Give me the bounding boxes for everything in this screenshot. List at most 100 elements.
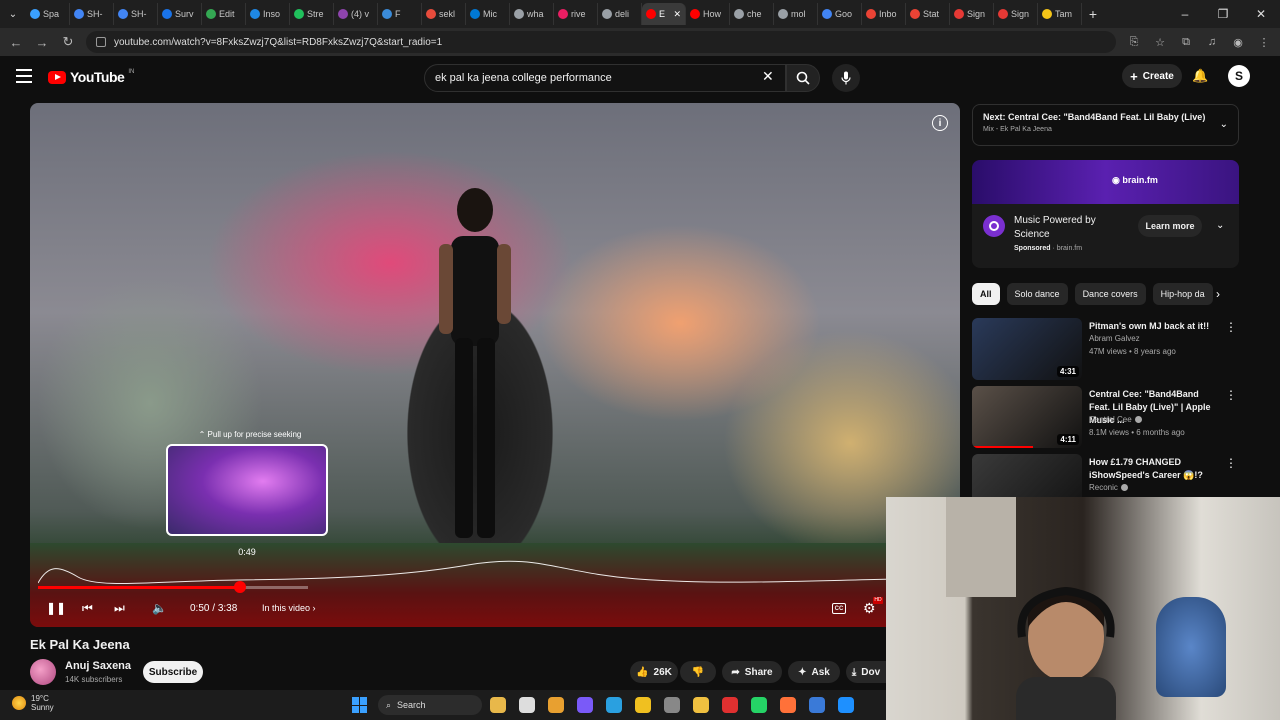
search-input[interactable]: ek pal ka jeena college performance (424, 64, 786, 92)
taskbar-search[interactable]: ⌕ Search (378, 695, 482, 715)
previous-icon[interactable]: ⏮ (82, 601, 93, 616)
taskbar-app-icon[interactable] (606, 697, 622, 713)
volume-icon[interactable]: 🔈 (152, 601, 167, 615)
video-thumbnail[interactable]: 4:31 (972, 318, 1082, 380)
browser-tab[interactable]: Edit (202, 3, 246, 25)
browser-tab[interactable]: (4) v (334, 3, 378, 25)
recommendation-item[interactable]: 4:31 Pitman's own MJ back at it!! Abram Ga… (972, 318, 1237, 382)
browser-tab[interactable]: Inso (246, 3, 290, 25)
ad-banner-image[interactable] (972, 160, 1239, 204)
learn-more-button[interactable]: Learn more (1138, 215, 1202, 237)
filter-chip[interactable]: Hip-hop da (1152, 283, 1213, 305)
taskbar-app-icon[interactable] (664, 697, 680, 713)
browser-menu-icon[interactable]: ⋮ (1256, 36, 1272, 49)
taskbar-app-icon[interactable] (693, 697, 709, 713)
browser-tab[interactable]: Mic (466, 3, 510, 25)
profile-icon[interactable]: ◉ (1230, 36, 1246, 49)
windows-start-icon[interactable] (352, 697, 368, 713)
browser-tab[interactable]: Sign (994, 3, 1038, 25)
browser-tab[interactable]: Stre (290, 3, 334, 25)
site-info-icon[interactable] (96, 37, 106, 47)
browser-tab[interactable]: Spa (26, 3, 70, 25)
filter-chip[interactable]: All (972, 283, 1000, 305)
recommendation-channel[interactable]: Central Cee (1089, 415, 1142, 424)
browser-tab[interactable]: mol (774, 3, 818, 25)
youtube-logo[interactable]: YouTube IN (48, 69, 134, 85)
progress-played[interactable] (38, 586, 241, 589)
browser-tab[interactable]: deli (598, 3, 642, 25)
filter-chip[interactable]: Solo dance (1006, 283, 1068, 305)
recommendation-title[interactable]: How £1.79 CHANGED iShowSpeed's Career 😱!… (1089, 456, 1219, 482)
pause-icon[interactable]: ❚❚ (46, 601, 66, 615)
browser-tab[interactable]: Stat (906, 3, 950, 25)
browser-tab[interactable]: E ✕ (642, 3, 686, 25)
subscribe-button[interactable]: Subscribe (143, 661, 203, 683)
browser-tab[interactable]: wha (510, 3, 554, 25)
browser-tab[interactable]: F (378, 3, 422, 25)
recommendation-title[interactable]: Pitman's own MJ back at it!! (1089, 320, 1219, 333)
browser-tab[interactable]: che (730, 3, 774, 25)
extensions-icon[interactable]: ⧉ (1178, 36, 1194, 49)
ad-title[interactable]: Music Powered by Science (1014, 214, 1124, 242)
hamburger-menu-icon[interactable] (16, 69, 32, 83)
progress-scrubber[interactable] (234, 581, 247, 593)
browser-tab[interactable]: Sign (950, 3, 994, 25)
advertiser-icon[interactable] (983, 215, 1005, 237)
browser-tab[interactable]: Tam (1038, 3, 1082, 25)
chapters-button[interactable]: In this video › (262, 603, 316, 613)
maximize-icon[interactable]: ❐ (1204, 0, 1242, 28)
minimize-icon[interactable]: – (1166, 0, 1204, 28)
tab-search-icon[interactable]: ⌄ (4, 5, 22, 23)
taskbar-app-icon[interactable] (519, 697, 535, 713)
taskbar-app-icon[interactable] (838, 697, 854, 713)
taskbar-app-icon[interactable] (751, 697, 767, 713)
close-tab-icon[interactable]: ✕ (673, 9, 681, 20)
share-button[interactable]: ➦ Share (722, 661, 782, 683)
info-icon[interactable]: i (932, 115, 948, 131)
dislike-button[interactable]: 👎 (680, 661, 716, 683)
forward-icon[interactable]: → (34, 35, 50, 50)
video-thumbnail[interactable]: 4:11 (972, 386, 1082, 448)
more-actions-icon[interactable]: ⋮ (1225, 320, 1237, 334)
more-actions-icon[interactable]: ⋮ (1225, 456, 1237, 470)
browser-tab[interactable]: Goo (818, 3, 862, 25)
install-app-icon[interactable]: ⎘ (1126, 36, 1142, 49)
browser-tab[interactable]: Surv (158, 3, 202, 25)
more-actions-icon[interactable]: ⋮ (1225, 388, 1237, 402)
taskbar-app-icon[interactable] (809, 697, 825, 713)
bookmark-star-icon[interactable]: ☆ (1152, 36, 1168, 49)
close-window-icon[interactable]: ✕ (1242, 0, 1280, 28)
new-tab-button[interactable]: + (1082, 6, 1104, 22)
search-button[interactable] (786, 64, 820, 92)
browser-tab[interactable]: How (686, 3, 730, 25)
clear-search-icon[interactable]: ✕ (762, 68, 774, 85)
taskbar-app-icon[interactable] (577, 697, 593, 713)
url-field[interactable]: youtube.com/watch?v=8FxksZwzj7Q&list=RD8… (86, 31, 1116, 53)
channel-avatar[interactable] (30, 659, 56, 685)
like-button[interactable]: 👍 26K (630, 661, 678, 683)
next-icon[interactable]: ⏭ (114, 601, 125, 616)
ad-expand-chevron-icon[interactable]: ⌄ (1216, 220, 1224, 231)
chips-scroll-right-icon[interactable]: › (1216, 287, 1220, 301)
back-icon[interactable]: ← (8, 35, 24, 50)
taskbar-app-icon[interactable] (490, 697, 506, 713)
browser-tab[interactable]: SH- (70, 3, 114, 25)
voice-search-button[interactable] (832, 64, 860, 92)
account-avatar[interactable]: S (1228, 65, 1250, 87)
taskbar-app-icon[interactable] (548, 697, 564, 713)
reload-icon[interactable]: ↻ (60, 34, 76, 50)
browser-tab[interactable]: Inbo (862, 3, 906, 25)
video-player[interactable]: i ⌃ Pull up for precise seeking 0:49 ❚❚ … (30, 103, 960, 627)
recommendation-channel[interactable]: Abram Galvez (1089, 334, 1140, 343)
recommendation-item[interactable]: 4:11 Central Cee: "Band4Band Feat. Lil Ba… (972, 386, 1237, 450)
browser-tab[interactable]: sekl (422, 3, 466, 25)
chevron-down-icon[interactable]: ⌄ (1220, 119, 1228, 130)
captions-icon[interactable]: CC (832, 603, 846, 614)
browser-tab[interactable]: rive (554, 3, 598, 25)
up-next-card[interactable]: Next: Central Cee: "Band4Band Feat. Lil … (972, 104, 1239, 146)
recommendation-channel[interactable]: Reconic (1089, 483, 1128, 492)
notifications-bell-icon[interactable]: 🔔 (1192, 68, 1208, 84)
browser-tab[interactable]: SH- (114, 3, 158, 25)
ask-button[interactable]: ✦ Ask (788, 661, 840, 683)
weather-widget[interactable]: 19°C Sunny (12, 694, 54, 712)
